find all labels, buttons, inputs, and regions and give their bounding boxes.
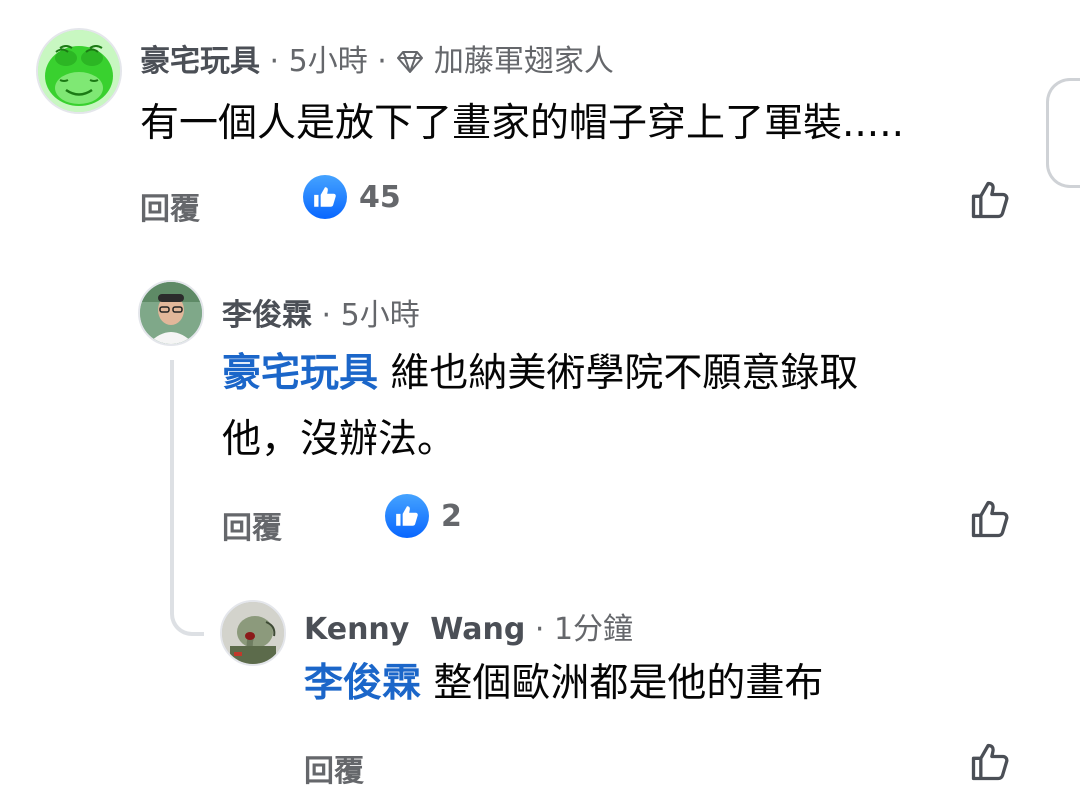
timestamp[interactable]: 5小時: [289, 44, 368, 79]
thumbs-up-outline-icon[interactable]: [968, 740, 1012, 784]
avatar[interactable]: [138, 280, 204, 346]
mention-link[interactable]: 李俊霖: [304, 661, 421, 706]
person-avatar-icon: [140, 282, 202, 344]
thread-line: [170, 360, 204, 636]
comment-text: 豪宅玩具 維也納美術學院不願意錄取 他，沒辦法。: [222, 342, 982, 472]
separator: ·: [321, 298, 332, 333]
scroll-handle[interactable]: [1046, 78, 1080, 188]
elephant-soldier-avatar-icon: [222, 602, 284, 664]
timestamp[interactable]: 1分鐘: [554, 612, 633, 647]
like-count: 45: [359, 179, 401, 215]
author-name[interactable]: Kenny Wang: [304, 612, 525, 647]
fan-badge-label[interactable]: 加藤軍翅家人: [434, 44, 614, 79]
author-name[interactable]: 豪宅玩具: [140, 44, 260, 79]
comment-meta: 李俊霖 · 5小時: [222, 290, 420, 334]
thumbs-up-outline-icon[interactable]: [968, 497, 1012, 541]
reply-button[interactable]: 回覆: [304, 746, 364, 790]
comment-meta: 豪宅玩具 · 5小時 · 加藤軍翅家人: [140, 36, 614, 80]
mention-link[interactable]: 豪宅玩具: [222, 351, 378, 396]
timestamp[interactable]: 5小時: [341, 298, 420, 333]
reply-button[interactable]: 回覆: [222, 503, 282, 547]
comment-text-line: 整個歐洲都是他的畫布: [433, 661, 824, 706]
avatar[interactable]: [220, 600, 286, 666]
avatar[interactable]: [36, 28, 122, 114]
separator: ·: [269, 44, 280, 79]
frog-avatar-icon: [38, 30, 120, 112]
separator: ·: [377, 44, 387, 79]
thumbs-up-outline-icon[interactable]: [968, 178, 1012, 222]
comment-meta: Kenny Wang · 1分鐘: [304, 604, 633, 648]
thumbs-up-badge-icon: [385, 494, 429, 538]
comment-text: 李俊霖 整個歐洲都是他的畫布: [304, 652, 1024, 716]
comment-text-line: 維也納美術學院不願意錄取: [390, 351, 859, 396]
comment-text-line: 他，沒辦法。: [222, 417, 457, 462]
reaction-summary[interactable]: 2: [385, 494, 462, 538]
like-count: 2: [441, 498, 462, 534]
reaction-summary[interactable]: 45: [303, 175, 401, 219]
reply-button[interactable]: 回覆: [140, 184, 200, 228]
author-name[interactable]: 李俊霖: [222, 298, 312, 333]
thumbs-up-badge-icon: [303, 175, 347, 219]
separator: ·: [534, 612, 545, 647]
comment-text: 有一個人是放下了畫家的帽子穿上了軍裝.....: [140, 101, 904, 146]
diamond-icon: [397, 51, 424, 73]
